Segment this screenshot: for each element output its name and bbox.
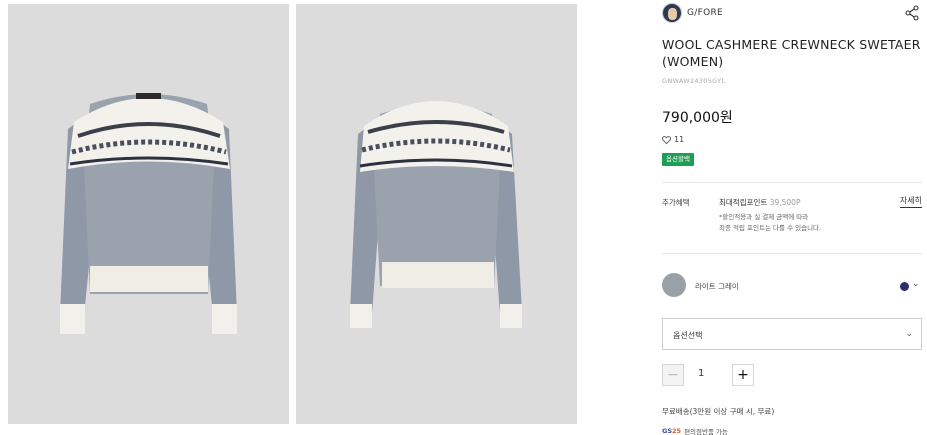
option-select-label: 옵션선택 xyxy=(673,331,703,340)
benefit-points: 최대적립포인트 39,500P xyxy=(719,197,800,208)
brand-name[interactable]: G/FORE xyxy=(687,8,723,18)
gs25-logo: GS25 xyxy=(662,427,682,435)
benefit-note: *할인적용과 실 결제 금액에 따라 최종 적립 포인트는 다를 수 있습니다. xyxy=(719,212,889,234)
product-image-1[interactable] xyxy=(8,4,289,424)
product-image-2[interactable] xyxy=(296,4,577,424)
color-dot[interactable] xyxy=(900,282,909,291)
benefit-points-label: 최대적립포인트 xyxy=(719,198,768,207)
quantity-minus-button[interactable]: − xyxy=(662,364,684,386)
benefit-label: 추가혜택 xyxy=(662,198,690,207)
likes[interactable]: 11 xyxy=(662,135,684,144)
shipping-info: 무료배송(3만원 이상 구매 시, 무료) xyxy=(662,407,775,416)
gs25-return: GS25 편의점반품 가능 xyxy=(662,426,728,435)
product-price: 790,000원 xyxy=(662,110,733,126)
product-sku: GNWAW24305GYL xyxy=(662,77,726,85)
benefit-points-value: 39,500P xyxy=(769,198,801,207)
chevron-down-icon[interactable]: ⌄ xyxy=(912,279,920,289)
chevron-down-icon: ⌄ xyxy=(905,329,913,339)
divider xyxy=(662,253,922,254)
detail-link[interactable]: 자세히 xyxy=(899,195,922,208)
quantity-plus-button[interactable]: + xyxy=(732,364,754,386)
quantity-value: 1 xyxy=(698,368,705,379)
option-select[interactable]: 옵션선택 ⌄ xyxy=(662,318,922,350)
color-swatch[interactable] xyxy=(662,273,686,297)
heart-icon[interactable] xyxy=(662,135,671,144)
product-title: WOOL CASHMERE CREWNECK SWETAER (WOMEN) xyxy=(662,37,921,69)
benefit-note-line-1: *할인적용과 실 결제 금액에 따라 xyxy=(719,213,809,221)
benefit-note-line-2: 최종 적립 포인트는 다를 수 있습니다. xyxy=(719,224,822,232)
sweater-image-1 xyxy=(60,93,237,334)
sweater-image-2 xyxy=(350,101,522,328)
product-info-panel: G/FORE WOOL CASHMERE CREWNECK SWETAER (W… xyxy=(662,0,924,435)
brand-avatar[interactable] xyxy=(662,3,682,23)
status-badge: 옵션할백 xyxy=(662,153,694,166)
divider xyxy=(662,182,922,183)
likes-count: 11 xyxy=(674,135,685,144)
gs25-text: 편의점반품 가능 xyxy=(684,428,729,435)
share-icon[interactable] xyxy=(904,5,920,21)
brand-row[interactable]: G/FORE xyxy=(662,2,922,24)
color-name: 라이트 그레이 xyxy=(695,282,739,291)
